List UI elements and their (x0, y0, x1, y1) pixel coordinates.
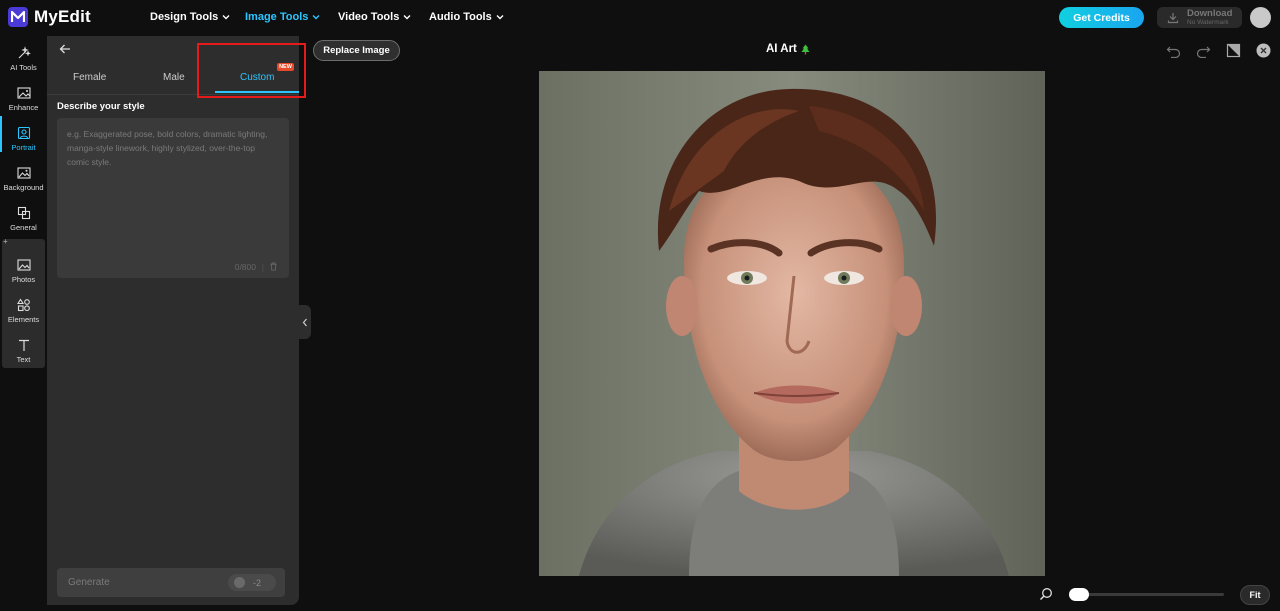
rail-item-text[interactable]: Text (0, 332, 47, 370)
back-arrow-icon[interactable] (58, 42, 72, 56)
canvas-title-text: AI Art (766, 43, 797, 55)
rail-label: Photos (11, 275, 36, 284)
app-logo[interactable]: MyEdit (8, 7, 91, 27)
rail-label: Portrait (11, 143, 36, 152)
rail-label: General (10, 223, 37, 232)
download-sublabel: No Watermark (1187, 18, 1229, 26)
rail-item-portrait[interactable]: Portrait (0, 120, 47, 158)
plus-icon: + (3, 237, 8, 246)
rail-label: Elements (7, 315, 40, 324)
download-icon (1167, 12, 1179, 23)
chevron-down-icon (222, 15, 230, 20)
nav-video-tools[interactable]: Video Tools (338, 11, 411, 23)
avatar[interactable] (1250, 7, 1271, 28)
rail-label: AI Tools (10, 63, 37, 72)
generate-label: Generate (68, 577, 110, 588)
tree-icon (801, 44, 810, 54)
portrait-panel: Female Male Custom NEW Describe your sty… (47, 36, 299, 605)
enhance-image-icon (16, 87, 31, 99)
chevron-down-icon (403, 15, 411, 20)
fit-button[interactable]: Fit (1240, 585, 1270, 605)
left-rail: AI Tools Enhance Portrait Background Gen… (0, 36, 47, 611)
canvas-image[interactable] (539, 71, 1045, 576)
nav-audio-tools-label: Audio Tools (429, 11, 492, 23)
rail-item-ai-tools[interactable]: AI Tools (0, 40, 47, 78)
nav-design-tools-label: Design Tools (150, 11, 219, 23)
undo-icon[interactable] (1166, 43, 1181, 58)
top-bar: MyEdit Design Tools Image Tools Video To… (0, 0, 1280, 36)
rail-item-elements[interactable]: Elements (0, 292, 47, 330)
redo-icon[interactable] (1196, 43, 1211, 58)
tab-male[interactable]: Male (163, 72, 185, 83)
nav-video-tools-label: Video Tools (338, 11, 400, 23)
generate-button[interactable]: Generate -2 (57, 568, 285, 597)
nav-image-tools[interactable]: Image Tools (245, 11, 320, 23)
photos-icon (16, 259, 31, 271)
credit-cost-value: -2 (253, 577, 262, 588)
credit-cost: -2 (228, 574, 276, 591)
zoom-slider-handle[interactable] (1069, 588, 1089, 601)
nav-audio-tools[interactable]: Audio Tools (429, 11, 504, 23)
input-placeholder: e.g. Exaggerated pose, bold colors, dram… (67, 129, 268, 167)
download-label: Download (1187, 8, 1233, 19)
rail-item-background[interactable]: Background (0, 160, 47, 198)
collapse-panel-handle[interactable] (299, 305, 311, 339)
rail-item-enhance[interactable]: Enhance (0, 80, 47, 118)
nav-design-tools[interactable]: Design Tools (150, 11, 230, 23)
rail-label: Text (16, 355, 31, 364)
canvas-title: AI Art (766, 43, 810, 55)
style-description-input[interactable]: e.g. Exaggerated pose, bold colors, dram… (57, 118, 289, 278)
zoom-icon[interactable] (1039, 587, 1053, 601)
logo-icon (8, 7, 28, 27)
rail-item-general[interactable]: General (0, 200, 47, 238)
app-name: MyEdit (34, 7, 91, 26)
char-count: 0/800 (234, 262, 256, 272)
rail-label: Enhance (8, 103, 39, 112)
zoom-slider-track[interactable] (1069, 593, 1224, 596)
replace-image-button[interactable]: Replace Image (313, 40, 400, 61)
trash-icon[interactable] (269, 262, 278, 271)
nav-image-tools-label: Image Tools (245, 11, 309, 23)
count-separator: | (261, 263, 264, 272)
magic-wand-icon (18, 46, 31, 59)
layers-icon (17, 206, 30, 220)
elements-icon (16, 298, 30, 312)
rail-item-photos[interactable]: Photos (0, 252, 47, 290)
rail-label: Background (3, 183, 44, 192)
chevron-down-icon (312, 15, 320, 20)
compare-icon[interactable] (1226, 43, 1241, 58)
chevron-left-icon (302, 318, 307, 326)
highlight-box (197, 43, 306, 98)
portrait-icon (17, 126, 30, 140)
chevron-down-icon (496, 15, 504, 20)
close-icon[interactable] (1256, 43, 1271, 58)
portrait-image (539, 71, 1045, 576)
background-icon (16, 167, 31, 179)
text-icon (18, 339, 29, 351)
download-button[interactable]: Download No Watermark (1157, 7, 1242, 28)
get-credits-button[interactable]: Get Credits (1059, 7, 1144, 28)
tab-female[interactable]: Female (73, 72, 106, 83)
section-label: Describe your style (57, 101, 145, 112)
credit-coin-icon (234, 577, 245, 588)
